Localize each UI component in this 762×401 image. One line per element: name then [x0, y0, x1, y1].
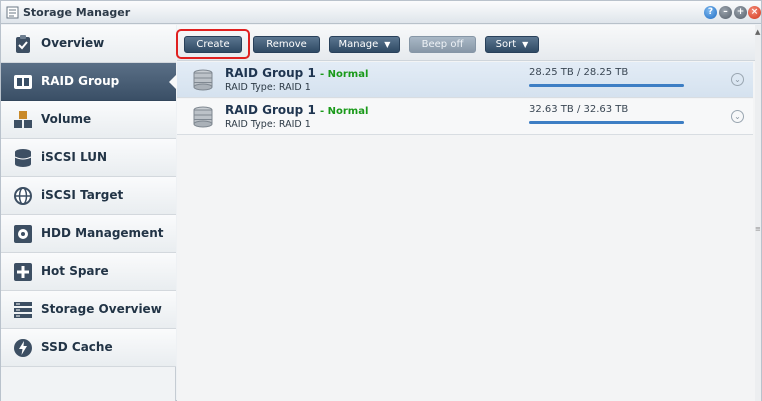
hdd-icon: [14, 225, 32, 243]
capacity-bar-fill: [529, 121, 684, 124]
sidebar-item-iscsi-target[interactable]: iSCSI Target: [1, 177, 176, 215]
scroll-up-icon[interactable]: ▲: [755, 28, 760, 36]
scrollbar[interactable]: ▲ ≡: [755, 25, 761, 401]
raid-group-title: RAID Group 1: [225, 66, 316, 80]
database-icon: [14, 149, 32, 167]
close-icon: ×: [750, 7, 759, 17]
sidebar-item-label: SSD Cache: [41, 340, 113, 354]
disk-stack-icon: [193, 106, 213, 128]
chevron-down-icon: ▼: [522, 40, 529, 49]
toolbar: Create Remove Manage ▼ Beep off Sort ▼: [176, 25, 761, 61]
raid-group-title: RAID Group 1: [225, 103, 316, 117]
sidebar-item-label: iSCSI LUN: [41, 150, 108, 164]
status-badge: - Normal: [320, 106, 369, 117]
sidebar-item-label: Volume: [41, 112, 92, 126]
close-button[interactable]: ×: [748, 6, 761, 19]
sort-label: Sort: [495, 39, 517, 50]
storage-manager-icon: [6, 6, 19, 19]
sidebar-item-label: iSCSI Target: [41, 188, 124, 202]
remove-button[interactable]: Remove: [253, 36, 320, 53]
minimize-icon: –: [723, 7, 728, 17]
help-button[interactable]: ?: [704, 6, 717, 19]
chevron-down-icon: ▼: [384, 40, 391, 49]
sidebar: Overview RAID Group Volume iSCSI LUN iSC…: [1, 25, 177, 401]
sidebar-item-label: Storage Overview: [41, 302, 162, 316]
sidebar-item-raid-group[interactable]: RAID Group: [1, 63, 177, 101]
bolt-icon: [14, 339, 32, 357]
server-icon: [14, 302, 32, 318]
sidebar-item-label: HDD Management: [41, 226, 164, 240]
sidebar-item-ssd-cache[interactable]: SSD Cache: [1, 329, 176, 367]
raid-type: RAID Type: RAID 1: [225, 119, 311, 130]
sidebar-item-volume[interactable]: Volume: [1, 101, 176, 139]
capacity-text: 28.25 TB / 28.25 TB: [529, 67, 629, 78]
capacity-bar: [529, 84, 684, 87]
window-title: Storage Manager: [23, 6, 131, 19]
title-bar: Storage Manager ? – + ×: [1, 1, 761, 24]
clipboard-check-icon: [16, 35, 30, 53]
help-icon: ?: [707, 7, 714, 17]
manage-label: Manage: [338, 39, 379, 50]
scroll-grip-icon[interactable]: ≡: [755, 225, 761, 233]
storage-manager-window: Storage Manager ? – + × Overview RAID Gr…: [0, 0, 762, 401]
beep-off-button: Beep off: [409, 36, 476, 53]
raid-group-name: RAID Group 1 - Normal: [225, 66, 368, 80]
list-item[interactable]: RAID Group 1 - Normal RAID Type: RAID 1 …: [177, 62, 753, 98]
sidebar-item-label: Hot Spare: [41, 264, 109, 278]
maximize-icon: +: [736, 7, 745, 17]
status-badge: - Normal: [320, 69, 369, 80]
raid-icon: [14, 75, 32, 89]
list-item[interactable]: RAID Group 1 - Normal RAID Type: RAID 1 …: [177, 99, 753, 135]
sidebar-item-overview[interactable]: Overview: [1, 25, 176, 63]
active-indicator: [169, 74, 177, 90]
sidebar-item-hot-spare[interactable]: Hot Spare: [1, 253, 176, 291]
capacity-bar-fill: [529, 84, 684, 87]
main-panel: Create Remove Manage ▼ Beep off Sort ▼ RAI…: [176, 25, 761, 401]
maximize-button[interactable]: +: [734, 6, 747, 19]
volume-icon: [14, 111, 32, 128]
sort-dropdown[interactable]: Sort ▼: [485, 36, 539, 53]
minimize-button[interactable]: –: [719, 6, 732, 19]
raid-group-name: RAID Group 1 - Normal: [225, 103, 368, 117]
capacity-bar: [529, 121, 684, 124]
sidebar-item-label: RAID Group: [41, 74, 120, 88]
sidebar-item-label: Overview: [41, 36, 105, 50]
create-button[interactable]: Create: [184, 36, 242, 53]
manage-dropdown[interactable]: Manage ▼: [329, 36, 400, 53]
sidebar-item-storage-overview[interactable]: Storage Overview: [1, 291, 176, 329]
sidebar-item-iscsi-lun[interactable]: iSCSI LUN: [1, 139, 176, 177]
plus-square-icon: [14, 263, 32, 281]
expand-chevron-icon[interactable]: ⌄: [731, 73, 744, 86]
raid-type: RAID Type: RAID 1: [225, 82, 311, 93]
sidebar-item-hdd-management[interactable]: HDD Management: [1, 215, 176, 253]
capacity-text: 32.63 TB / 32.63 TB: [529, 104, 629, 115]
disk-stack-icon: [193, 69, 213, 91]
expand-chevron-icon[interactable]: ⌄: [731, 110, 744, 123]
globe-icon: [14, 187, 32, 205]
